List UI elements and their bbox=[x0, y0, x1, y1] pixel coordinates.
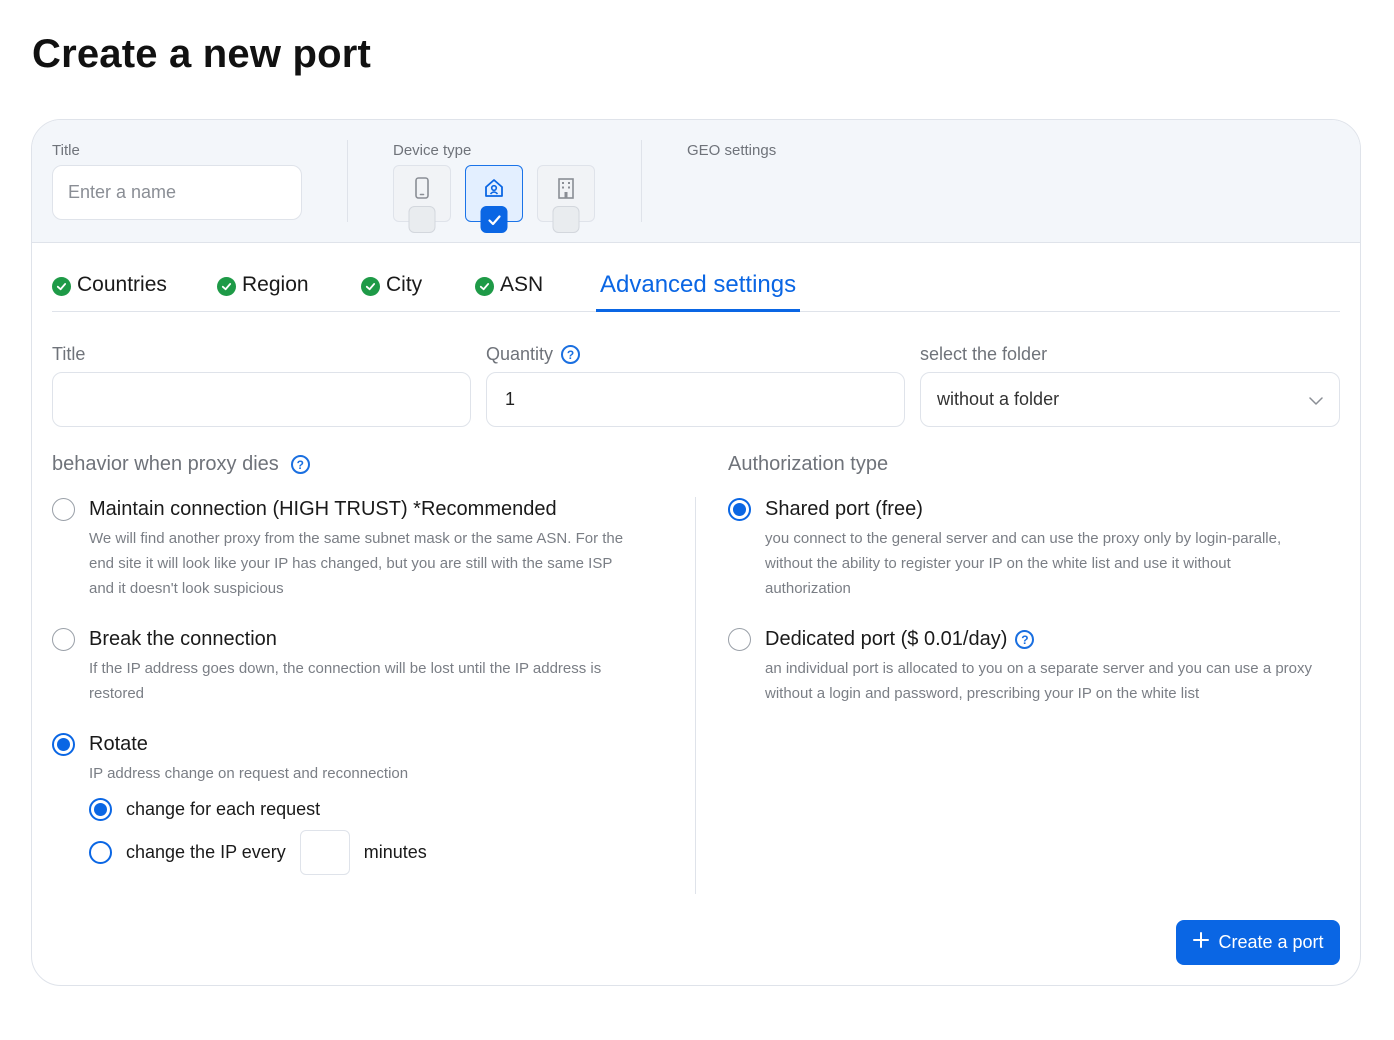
behavior-option-rotate[interactable]: Rotate bbox=[52, 733, 148, 756]
option-description: IP address change on request and reconne… bbox=[89, 761, 408, 786]
option-label: Maintain connection (HIGH TRUST) *Recomm… bbox=[89, 498, 557, 520]
authorization-title-text: Authorization type bbox=[728, 453, 889, 475]
chevron-down-icon bbox=[1309, 389, 1323, 410]
help-icon[interactable]: ? bbox=[290, 455, 310, 474]
geo-settings-label: GEO settings bbox=[687, 142, 777, 159]
device-office-button[interactable] bbox=[537, 165, 595, 233]
device-mobile-button[interactable] bbox=[393, 165, 451, 233]
folder-select-value: without a folder bbox=[937, 389, 1060, 409]
description-line: without the ability to register your IP … bbox=[765, 555, 1231, 572]
radio-dedicated-port[interactable] bbox=[728, 628, 751, 651]
radio-rotate[interactable] bbox=[52, 733, 75, 756]
radio-interval[interactable] bbox=[89, 841, 112, 864]
option-label: Dedicated port ($ 0.01/day) bbox=[765, 628, 1008, 650]
behavior-option-maintain[interactable]: Maintain connection (HIGH TRUST) *Recomm… bbox=[52, 498, 557, 521]
port-name-input[interactable] bbox=[52, 165, 302, 220]
divider bbox=[347, 140, 348, 222]
option-label: change the IP every bbox=[126, 842, 286, 862]
auth-option-shared[interactable]: Shared port (free) bbox=[728, 498, 923, 521]
description-line: and it doesn't look suspicious bbox=[89, 580, 284, 597]
create-port-label: Create a port bbox=[1218, 932, 1324, 952]
rotate-interval-option[interactable]: change the IP every minutes bbox=[89, 830, 427, 875]
description-line: you connect to the general server and ca… bbox=[765, 530, 1282, 547]
device-home-button[interactable] bbox=[465, 165, 523, 233]
option-label: Shared port (free) bbox=[765, 498, 923, 520]
minutes-input[interactable] bbox=[299, 830, 350, 875]
option-description: We will find another proxy from the same… bbox=[89, 526, 623, 601]
title-label: Title bbox=[52, 142, 80, 159]
quantity-label-text: Quantity bbox=[486, 344, 554, 364]
folder-label-text: select the folder bbox=[920, 344, 1048, 364]
device-type-label: Device type bbox=[393, 142, 472, 159]
option-description: you connect to the general server and ca… bbox=[765, 526, 1281, 601]
device-home-checkbox[interactable] bbox=[480, 206, 508, 233]
quantity-label: Quantity ? bbox=[486, 344, 581, 365]
tab-label: City bbox=[386, 273, 423, 296]
tab-city[interactable]: City bbox=[361, 269, 422, 312]
help-icon[interactable]: ? bbox=[1015, 630, 1035, 649]
help-icon[interactable]: ? bbox=[561, 345, 581, 364]
auth-option-dedicated[interactable]: Dedicated port ($ 0.01/day) ? bbox=[728, 628, 1035, 651]
option-label: Rotate bbox=[89, 733, 148, 755]
checkmark-icon bbox=[487, 214, 501, 225]
tab-region[interactable]: Region bbox=[217, 269, 309, 312]
port-settings-header: Title Device type GEO settings bbox=[32, 120, 1360, 243]
divider bbox=[641, 140, 642, 222]
radio-maintain-connection[interactable] bbox=[52, 498, 75, 521]
radio-each-request[interactable] bbox=[89, 798, 112, 821]
column-divider bbox=[695, 497, 696, 894]
authorization-section-title: Authorization type bbox=[728, 453, 888, 476]
tab-label: ASN bbox=[500, 273, 544, 296]
description-line: without a login and password, prescribin… bbox=[765, 685, 1200, 702]
option-label: Break the connection bbox=[89, 628, 277, 650]
check-circle-icon bbox=[52, 277, 71, 296]
plus-icon bbox=[1192, 931, 1210, 954]
check-circle-icon bbox=[361, 277, 380, 296]
radio-break-connection[interactable] bbox=[52, 628, 75, 651]
description-line: If the IP address goes down, the connect… bbox=[89, 660, 602, 677]
description-line: We will find another proxy from the same… bbox=[89, 530, 624, 547]
device-mobile-checkbox[interactable] bbox=[408, 206, 436, 233]
device-office-checkbox[interactable] bbox=[552, 206, 580, 233]
home-icon bbox=[483, 177, 505, 204]
mobile-phone-icon bbox=[414, 177, 430, 204]
description-line: end site it will look like your IP has c… bbox=[89, 555, 613, 572]
behavior-option-break[interactable]: Break the connection bbox=[52, 628, 277, 651]
title-field-label: Title bbox=[52, 344, 85, 365]
description-line: restored bbox=[89, 685, 145, 702]
minutes-label: minutes bbox=[363, 842, 427, 862]
tab-asn[interactable]: ASN bbox=[475, 269, 543, 312]
rotate-each-request-option[interactable]: change for each request bbox=[89, 798, 320, 821]
check-circle-icon bbox=[217, 277, 236, 296]
tab-countries[interactable]: Countries bbox=[52, 269, 167, 312]
description-line: IP address change on request and reconne… bbox=[89, 765, 409, 782]
tab-label: Advanced settings bbox=[600, 271, 797, 298]
radio-shared-port[interactable] bbox=[728, 498, 751, 521]
page-title: Create a new port bbox=[32, 32, 372, 76]
folder-label: select the folder bbox=[920, 344, 1047, 365]
behavior-title-text: behavior when proxy dies bbox=[52, 453, 279, 475]
settings-tabs: Countries Region City ASN Advanced setti… bbox=[52, 269, 1340, 312]
description-line: authorization bbox=[765, 580, 851, 597]
title-input[interactable] bbox=[52, 372, 471, 427]
option-label: change for each request bbox=[126, 799, 321, 819]
tab-label: Countries bbox=[77, 273, 167, 296]
option-description: If the IP address goes down, the connect… bbox=[89, 656, 601, 706]
option-description: an individual port is allocated to you o… bbox=[765, 656, 1312, 706]
check-circle-icon bbox=[475, 277, 494, 296]
create-port-card: Title Device type GEO settings bbox=[31, 119, 1361, 986]
behavior-section-title: behavior when proxy dies ? bbox=[52, 453, 310, 476]
folder-select[interactable]: without a folder bbox=[920, 372, 1340, 427]
office-building-icon bbox=[556, 177, 576, 204]
description-line: an individual port is allocated to you o… bbox=[765, 660, 1313, 677]
create-port-button[interactable]: Create a port bbox=[1176, 920, 1340, 965]
quantity-input[interactable] bbox=[486, 372, 905, 427]
title-field-label-text: Title bbox=[52, 344, 86, 364]
tab-advanced-settings[interactable]: Advanced settings bbox=[596, 269, 801, 312]
tab-label: Region bbox=[242, 273, 309, 296]
